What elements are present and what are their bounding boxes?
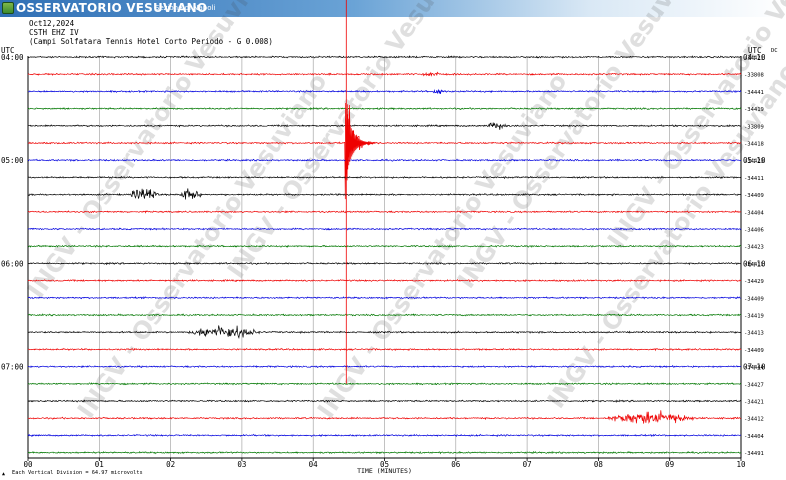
dc-offset-label: -34404: [744, 434, 765, 440]
right-time-label: 04:10: [743, 53, 766, 62]
dc-offset-label: -34404: [744, 210, 765, 216]
dc-offset-label: -34423: [744, 245, 764, 251]
scale-marker-icon: ▲: [2, 471, 5, 477]
x-tick-label: 09: [665, 460, 674, 469]
dc-offset-label: -34429: [744, 279, 764, 285]
dc-header-label: DC: [771, 48, 778, 54]
x-tick-label: 01: [95, 460, 104, 469]
vertical-scale-note: Each Vertical Division = 64.97 microvolt…: [12, 470, 143, 476]
dc-offset-label: -34419: [744, 314, 764, 320]
left-time-label: 07:00: [1, 363, 24, 372]
dc-offset-label: -34441: [744, 90, 764, 96]
x-tick-label: 08: [594, 460, 604, 469]
dc-offset-label: -34409: [744, 296, 764, 302]
x-tick-label: 02: [166, 460, 175, 469]
dc-offset-label: -34421: [744, 400, 764, 406]
left-time-label: 06:00: [1, 259, 24, 268]
dc-offset-label: -34409: [744, 193, 764, 199]
dc-offset-label: -34409: [744, 348, 764, 354]
left-time-label: 05:00: [1, 156, 24, 165]
dc-offset-label: -34491: [744, 451, 764, 457]
dc-offset-label: -33809: [744, 124, 764, 130]
x-tick-label: 04: [309, 460, 319, 469]
x-tick-label: 07: [523, 460, 532, 469]
dc-offset-label: -34427: [744, 382, 764, 388]
seismogram-chart: INGV - Osservatorio VesuvianoINGV - Osse…: [1, 0, 786, 477]
right-time-label: 07:10: [743, 363, 766, 372]
right-time-label: 05:10: [743, 156, 766, 165]
dc-offset-label: -34413: [744, 331, 764, 337]
x-axis-title: TIME (MINUTES): [357, 467, 412, 475]
x-tick-label: 00: [23, 460, 33, 469]
dc-offset-label: -33808: [744, 73, 764, 79]
x-tick-label: 10: [736, 460, 746, 469]
watermark-text: INGV - Osservatorio Vesuviano: [72, 68, 333, 423]
right-time-label: 06:10: [743, 259, 766, 268]
x-tick-label: 03: [237, 460, 246, 469]
left-time-label: 04:00: [1, 53, 24, 62]
dc-offset-label: -34412: [744, 417, 764, 423]
dc-offset-label: -34419: [744, 107, 764, 113]
dc-offset-label: -34418: [744, 142, 764, 148]
dc-offset-label: -34411: [744, 176, 764, 182]
x-tick-label: 06: [451, 460, 461, 469]
dc-offset-label: -34406: [744, 228, 764, 234]
